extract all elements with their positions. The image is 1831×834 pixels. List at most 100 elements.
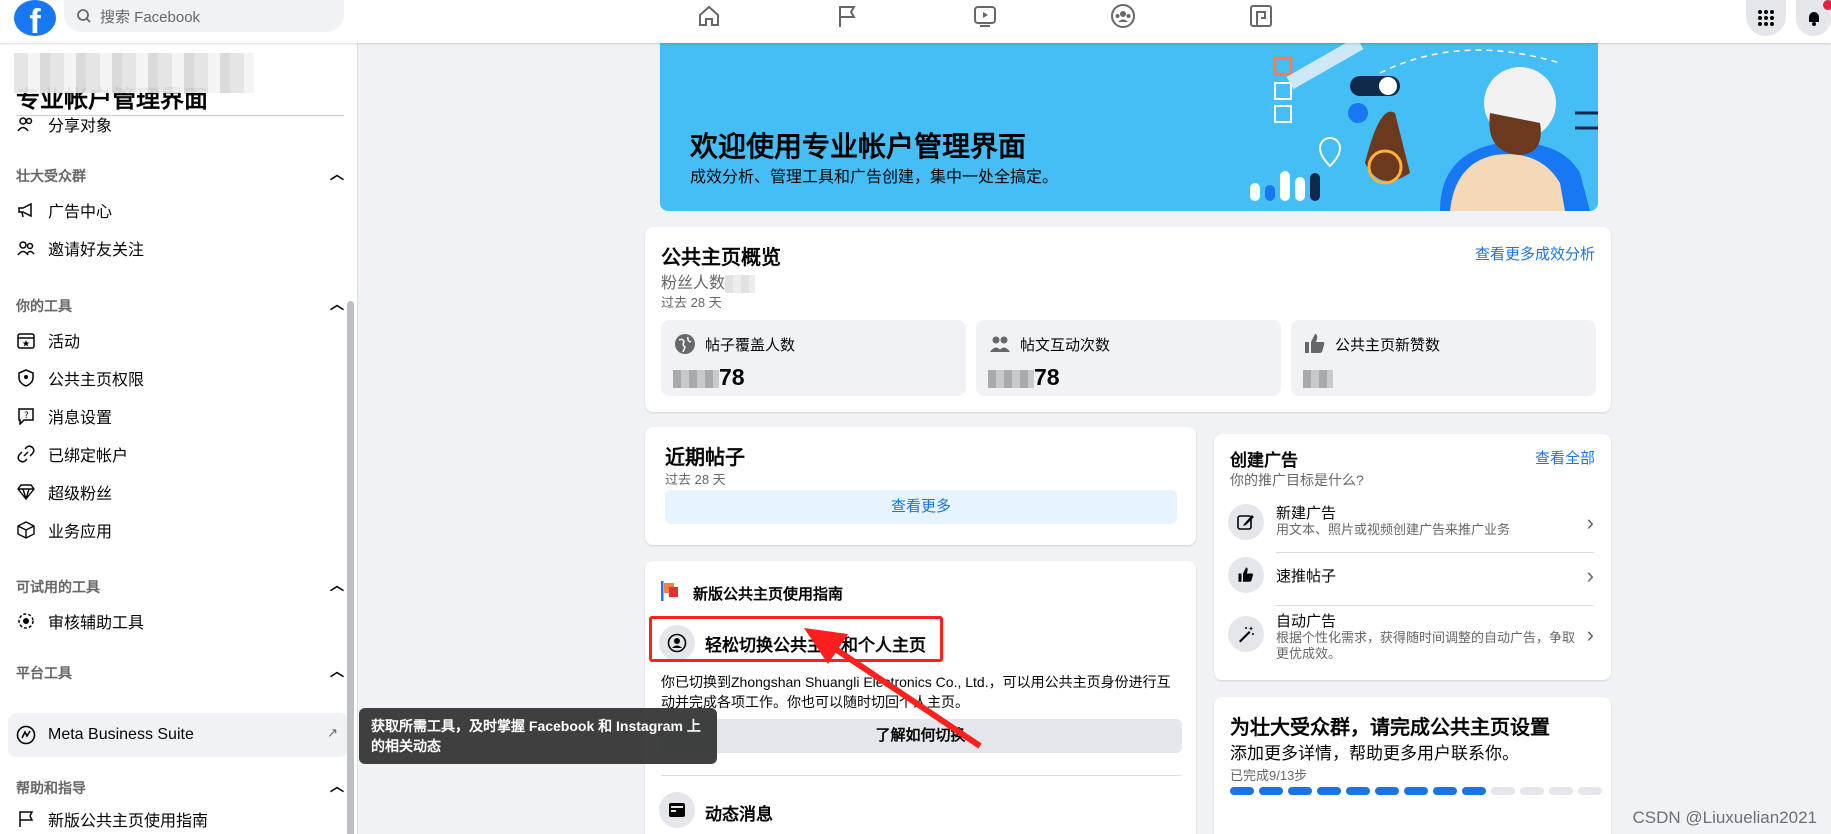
metric-label: 帖文互动次数: [1020, 337, 1111, 354]
metric-post-reach[interactable]: 帖子覆盖人数 78: [661, 320, 966, 396]
link-icon: [16, 444, 36, 464]
progress-segment: [1549, 787, 1573, 795]
view-more-posts-button[interactable]: 查看更多: [665, 490, 1177, 524]
people-group-icon: [990, 336, 1010, 352]
progress-segment: [1404, 787, 1428, 795]
section-heading-tools[interactable]: 你的工具 ︿: [16, 296, 344, 316]
sidebar-item-meta-business-suite-label[interactable]: Meta Business Suite: [16, 722, 194, 748]
meta-business-suite-tooltip: 获取所需工具，及时掌握 Facebook 和 Instagram 上的相关动态: [359, 708, 717, 764]
page-setup-card: 为壮大受众群，请完成公共主页设置 添加更多详情，帮助更多用户联系你。 已完成9/…: [1214, 697, 1611, 834]
sidebar-item-super-fans[interactable]: 超级粉丝: [16, 479, 112, 505]
view-more-insights-link[interactable]: 查看更多成效分析: [1475, 243, 1595, 264]
boost-post-option[interactable]: 速推帖子 ›: [1228, 549, 1594, 603]
blurred-value: [673, 369, 719, 388]
search-field[interactable]: 搜索 Facebook: [64, 0, 344, 32]
banner-subtitle: 成效分析、管理工具和广告创建，集中一处全搞定。: [690, 169, 1059, 186]
metric-post-engagement[interactable]: 帖文互动次数 78: [976, 320, 1281, 396]
chevron-up-icon[interactable]: ︿: [330, 164, 344, 184]
menu-grid-icon[interactable]: [1746, 0, 1786, 36]
annotation-arrow: [804, 628, 982, 749]
shield-icon: [16, 368, 36, 388]
sidebar-scrollbar[interactable]: [347, 301, 354, 834]
sidebar-item-events[interactable]: 活动: [16, 327, 80, 353]
sidebar-item-page-permissions[interactable]: 公共主页权限: [16, 365, 144, 391]
chevron-right-icon: ›: [1586, 563, 1594, 588]
chevron-up-icon[interactable]: ︿: [330, 294, 344, 314]
overview-title: 公共主页概览: [661, 247, 781, 269]
progress-segment: [1230, 787, 1254, 795]
cube-icon: [16, 520, 36, 540]
followers-count: 粉丝人数: [661, 269, 756, 293]
sidebar-item-label: 邀请好友关注: [48, 242, 145, 259]
section-heading-grow[interactable]: 壮大受众群 ︿: [16, 166, 344, 186]
sidebar-item-label: 公共主页权限: [48, 372, 145, 389]
page-overview-card: 公共主页概览 查看更多成效分析 粉丝人数 过去 28 天 帖子覆盖人数 78 帖…: [645, 227, 1611, 412]
search-placeholder: 搜索 Facebook: [100, 8, 201, 26]
groups-icon[interactable]: [1054, 0, 1192, 32]
metric-value: [1303, 364, 1333, 391]
progress-segment: [1578, 787, 1602, 795]
calendar-star-icon: [16, 330, 36, 350]
gear-shield-icon: [16, 611, 36, 631]
chevron-up-icon[interactable]: ︿: [330, 661, 344, 681]
automated-ads-option[interactable]: 自动广告 根据个性化需求，获得随时间调整的自动广告，争取更优成效。 ›: [1228, 608, 1594, 662]
option-title: 新建广告: [1276, 505, 1337, 522]
section-heading-label: 可试用的工具: [16, 579, 100, 595]
sidebar-item-ad-center[interactable]: 广告中心: [16, 197, 112, 223]
video-icon[interactable]: [916, 0, 1054, 32]
home-icon[interactable]: [640, 0, 778, 32]
chevron-up-icon[interactable]: ︿: [330, 776, 344, 796]
view-all-link[interactable]: 查看全部: [1535, 447, 1595, 468]
metric-label: 公共主页新赞数: [1335, 337, 1441, 354]
blurred-value: [725, 274, 756, 293]
metric-new-page-likes[interactable]: 公共主页新赞数: [1291, 320, 1596, 396]
sidebar-item-message-settings[interactable]: ? 消息设置: [16, 403, 112, 429]
section-heading-try-tools[interactable]: 可试用的工具 ︿: [16, 577, 344, 597]
news-feed-icon: [659, 792, 695, 828]
main-nav: [640, 0, 1330, 32]
setup-subtitle: 添加更多详情，帮助更多用户联系你。: [1230, 744, 1519, 763]
recent-posts-period: 过去 28 天: [665, 472, 726, 487]
megaphone-icon: [16, 200, 36, 220]
section-heading-platform-tools[interactable]: 平台工具 ︿: [16, 663, 344, 683]
row-divider: [1276, 605, 1594, 606]
notifications-icon[interactable]: [1796, 0, 1831, 36]
sidebar-item-linked-accounts[interactable]: 已绑定帐户: [16, 441, 128, 467]
facebook-logo[interactable]: f: [14, 0, 56, 36]
blurred-value: [1303, 369, 1333, 388]
flag-icon: [16, 809, 36, 829]
recent-posts-title: 近期帖子: [665, 447, 745, 469]
chevron-up-icon[interactable]: ︿: [330, 575, 344, 595]
guide-flag-icon: [661, 581, 678, 601]
svg-text:?: ?: [24, 411, 29, 421]
sidebar-item-moderation-assist[interactable]: 审核辅助工具: [16, 608, 144, 634]
metric-label: 帖子覆盖人数: [705, 337, 796, 354]
new-ad-option[interactable]: 新建广告 用文本、照片或视频创建广告来推广业务 ›: [1228, 496, 1594, 550]
banner-title: 欢迎使用专业帐户管理界面: [690, 131, 1027, 162]
section-heading-help[interactable]: 帮助和指导 ︿: [16, 778, 344, 798]
setup-progress-text: 已完成9/13步: [1230, 768, 1308, 783]
progress-segment: [1317, 787, 1341, 795]
sidebar-item-label: Meta Business Suite: [48, 726, 194, 743]
gaming-icon[interactable]: [1192, 0, 1330, 32]
sidebar-item-label: 审核辅助工具: [48, 615, 145, 632]
metric-value: 78: [988, 364, 1060, 391]
progress-segment: [1433, 787, 1457, 795]
sidebar-item-audience[interactable]: 分享对象: [16, 111, 112, 137]
section-heading-label: 壮大受众群: [16, 168, 86, 184]
left-sidebar: 专业帐户管理界面 分享对象 壮大受众群 ︿ 广告中心 邀请好友关注 你的工具 ︿…: [0, 43, 358, 834]
setup-progress-bar: [1230, 787, 1602, 795]
sidebar-item-new-page-guide[interactable]: 新版公共主页使用指南: [16, 806, 208, 832]
notification-badge: [1823, 0, 1831, 10]
chevron-right-icon: ›: [1586, 622, 1594, 647]
sidebar-item-invite-friends[interactable]: 邀请好友关注: [16, 235, 144, 261]
setup-title: 为壮大受众群，请完成公共主页设置: [1230, 717, 1550, 739]
blurred-value: [988, 369, 1034, 388]
sidebar-item-label: 业务应用: [48, 524, 113, 541]
flag-icon[interactable]: [778, 0, 916, 32]
sidebar-item-business-apps[interactable]: 业务应用: [16, 517, 112, 543]
progress-segment: [1462, 787, 1486, 795]
metric-value: 78: [673, 364, 745, 391]
option-description: 根据个性化需求，获得随时间调整的自动广告，争取更优成效。: [1276, 630, 1576, 661]
meta-business-suite-icon: [16, 725, 36, 745]
